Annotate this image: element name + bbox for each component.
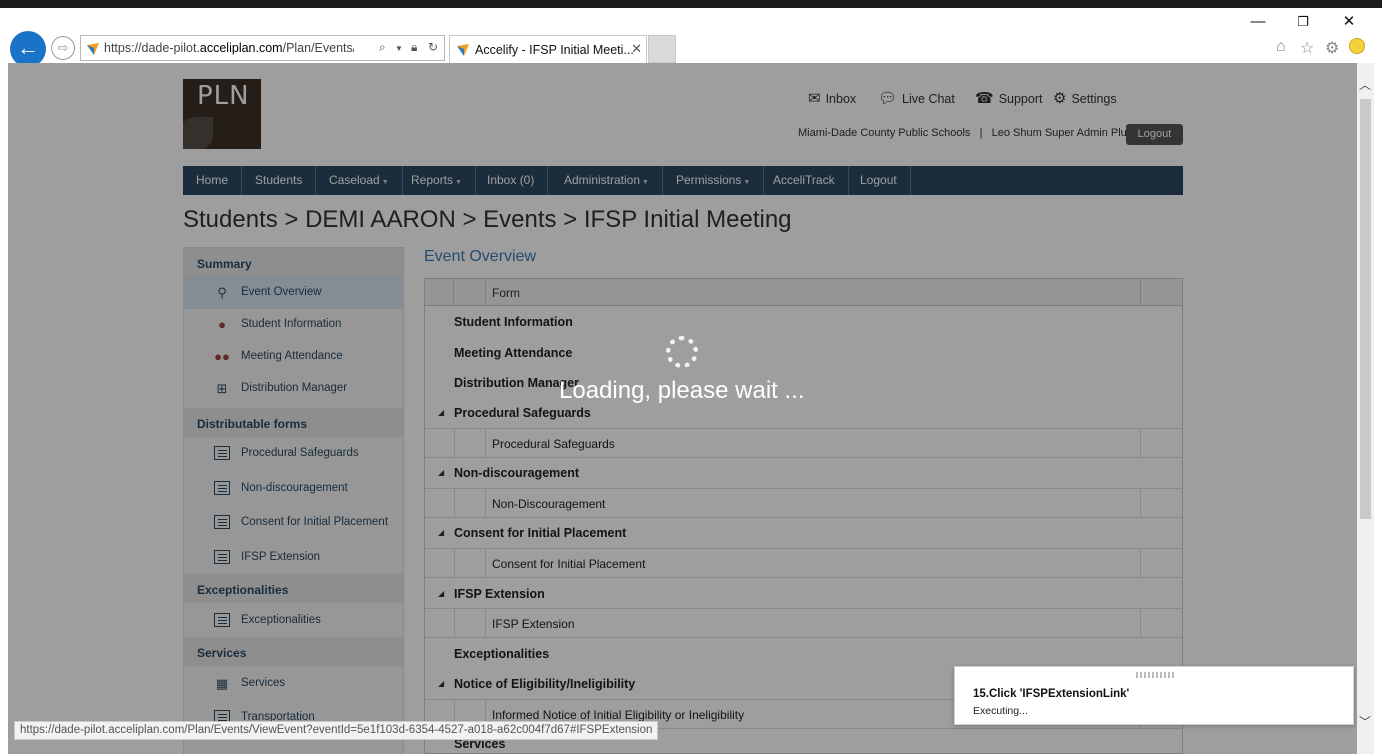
browser-tab-active[interactable]: Accelify - IFSP Initial Meeti... ✕ — [449, 35, 647, 63]
vertical-scrollbar[interactable]: ︿ ﹀ — [1357, 63, 1374, 754]
minimize-icon[interactable]: — — [1246, 14, 1270, 30]
refresh-icon[interactable]: ↻ — [428, 40, 438, 54]
scroll-up-icon[interactable]: ︿ — [1359, 76, 1371, 93]
close-tab-icon[interactable]: ✕ — [631, 41, 642, 57]
os-taskbar-strip — [0, 0, 1382, 8]
forward-button[interactable]: ⇨ — [51, 36, 75, 60]
drag-handle-icon[interactable] — [1136, 672, 1176, 678]
close-window-icon[interactable]: ✕ — [1337, 14, 1361, 30]
accelify-favicon-icon — [87, 43, 99, 55]
address-bar[interactable]: https://dade-pilot.acceliplan.com/Plan/E… — [80, 35, 445, 61]
tab-favicon-icon — [457, 44, 469, 56]
address-url[interactable]: https://dade-pilot.acceliplan.com/Plan/E… — [104, 41, 354, 55]
dropdown-arrow-icon[interactable]: ▼ — [395, 44, 403, 53]
loading-text: Loading, please wait ... — [559, 377, 805, 404]
restore-icon[interactable]: ❐ — [1291, 14, 1315, 30]
toast-status-text: Executing... — [973, 705, 1028, 717]
url-prefix: https://dade-pilot. — [104, 41, 200, 55]
loading-spinner-icon — [666, 336, 698, 368]
tools-gear-icon[interactable]: ⚙ — [1325, 38, 1339, 58]
url-path: /Plan/Events/Viev — [282, 41, 354, 55]
new-tab-button[interactable] — [648, 35, 676, 63]
status-bar-url: https://dade-pilot.acceliplan.com/Plan/E… — [14, 721, 659, 740]
feedback-smiley-icon[interactable] — [1349, 38, 1365, 54]
automation-status-toast: 15.Click 'IFSPExtensionLink' Executing..… — [954, 666, 1354, 725]
lock-icon[interactable]: 🔒︎ — [411, 40, 417, 55]
home-icon[interactable]: ⌂ — [1276, 38, 1286, 56]
tab-title: Accelify - IFSP Initial Meeti... — [475, 43, 634, 57]
loading-overlay: Loading, please wait ... — [8, 63, 1357, 754]
search-icon[interactable]: ⌕ — [379, 40, 386, 55]
browser-chrome: — ❐ ✕ ← ⇨ https://dade-pilot.acceliplan.… — [0, 8, 1382, 67]
scroll-down-icon[interactable]: ﹀ — [1359, 713, 1371, 730]
url-domain: acceliplan.com — [199, 41, 283, 55]
scrollbar-thumb[interactable] — [1360, 99, 1371, 519]
favorites-star-icon[interactable]: ☆ — [1300, 38, 1314, 58]
toast-step-text: 15.Click 'IFSPExtensionLink' — [973, 688, 1130, 700]
page-viewport: PLN ✉ Inbox 💬︎ Live Chat ☎ Support ⚙ Setting… — [8, 63, 1357, 754]
back-button[interactable]: ← — [10, 31, 46, 67]
